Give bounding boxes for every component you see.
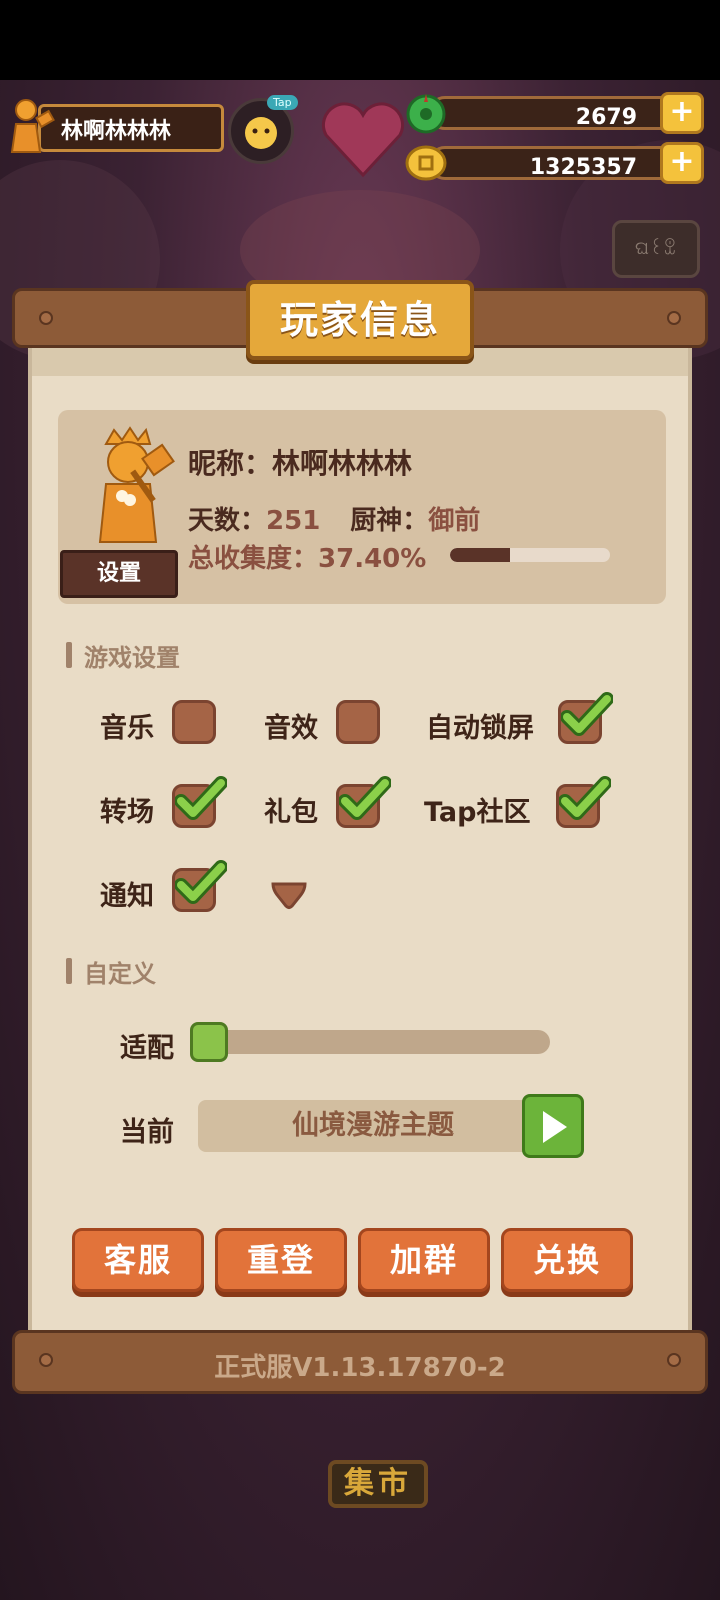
player-name: 林啊林林林: [61, 119, 172, 144]
chef-god-label: 厨神：: [350, 506, 429, 536]
days-value: 251: [266, 506, 321, 536]
checkmark-icon: [561, 692, 613, 736]
jade-icon: [406, 94, 446, 134]
custom-heading: 自定义: [66, 954, 156, 989]
version-footer: 正式服V1.13.17870-2: [12, 1330, 708, 1394]
status-bar: [0, 0, 720, 80]
settings-button[interactable]: 设置: [60, 550, 178, 598]
player-name-box: 林啊林林林: [38, 104, 224, 152]
player-statue-icon: [10, 99, 55, 153]
nickname-value: 林啊林林林: [272, 447, 413, 480]
setting-checkbox[interactable]: [172, 776, 227, 828]
jade-amount: 2679: [575, 105, 637, 130]
adapt-label: 适配: [120, 1033, 174, 1064]
setting-checkbox[interactable]: [556, 776, 611, 828]
bolt-icon: [39, 311, 53, 325]
customer-service-button[interactable]: 客服: [72, 1228, 204, 1292]
play-theme-button[interactable]: [522, 1094, 584, 1158]
setting-checkbox[interactable]: [558, 692, 613, 744]
play-icon: [543, 1111, 567, 1143]
current-label: 当前: [120, 1117, 174, 1148]
tap-community-button[interactable]: Tap: [228, 95, 298, 164]
chevron-down-icon[interactable]: [270, 880, 308, 912]
game-settings-heading: 游戏设置: [66, 638, 180, 673]
nickname-line: 昵称：林啊林林林: [188, 442, 412, 482]
adapt-slider-row: 适配: [120, 1020, 560, 1064]
days-label: 天数：: [188, 506, 267, 536]
coin-bar: 1325357: [428, 146, 682, 180]
background-signboard: ଘ꒰ꀾ: [612, 220, 700, 278]
checkmark-icon: [339, 776, 391, 820]
collection-value: 37.40%: [318, 544, 427, 574]
setting-label: 自动锁屏: [426, 713, 534, 744]
collection-progress-bar: [450, 548, 610, 562]
theme-row: 当前 仙境漫游主题: [120, 1094, 600, 1160]
join-group-button[interactable]: 加群: [358, 1228, 490, 1292]
chef-god-value: 御前: [428, 506, 481, 536]
setting-label: 礼包: [264, 797, 318, 828]
slider-knot-icon[interactable]: [190, 1022, 228, 1062]
bolt-icon: [667, 311, 681, 325]
checkmark-icon: [559, 776, 611, 820]
nickname-label: 昵称：: [188, 447, 273, 480]
collection-label: 总收集度：: [188, 544, 319, 574]
adapt-slider[interactable]: [190, 1022, 550, 1062]
heart-ornament-icon: [321, 102, 405, 178]
panel-title-banner: 玩家信息: [246, 280, 474, 360]
add-coin-button[interactable]: +: [660, 142, 704, 184]
coin-icon: [405, 145, 447, 181]
add-jade-button[interactable]: +: [660, 92, 704, 134]
version-text: 正式服V1.13.17870-2: [214, 1353, 506, 1383]
setting-label: 通知: [100, 881, 154, 912]
collection-line: 总收集度：37.40%: [188, 538, 426, 575]
coin-currency: 1325357 +: [404, 142, 704, 184]
setting-label: 音效: [264, 713, 318, 744]
setting-label: 音乐: [100, 713, 154, 744]
profile-card: 设置 昵称：林啊林林林 天数：251 厨神：御前 总收集度：37.40%: [58, 410, 666, 604]
collection-progress-fill: [450, 548, 510, 562]
chef-face-icon: [245, 117, 277, 149]
checkmark-icon: [175, 860, 227, 904]
checkmark-icon: [175, 776, 227, 820]
player-tag[interactable]: 林啊林林林: [4, 96, 224, 156]
jade-currency: 2679 +: [404, 92, 704, 134]
setting-checkbox[interactable]: [172, 700, 216, 744]
setting-checkbox[interactable]: [336, 700, 380, 744]
setting-label: 转场: [100, 797, 154, 828]
days-line: 天数：251 厨神：御前: [188, 500, 480, 537]
panel-title: 玩家信息: [279, 298, 440, 342]
chef-statue-icon: [98, 426, 175, 543]
jade-bar: 2679: [428, 96, 682, 130]
setting-checkbox[interactable]: [172, 860, 227, 912]
setting-checkbox[interactable]: [336, 776, 391, 828]
redeem-button[interactable]: 兑换: [501, 1228, 633, 1292]
setting-label: Tap社区: [424, 797, 531, 828]
relogin-button[interactable]: 重登: [215, 1228, 347, 1292]
current-theme[interactable]: 仙境漫游主题: [198, 1100, 548, 1152]
market-sign[interactable]: 集市: [328, 1460, 428, 1508]
coin-amount: 1325357: [529, 155, 637, 180]
